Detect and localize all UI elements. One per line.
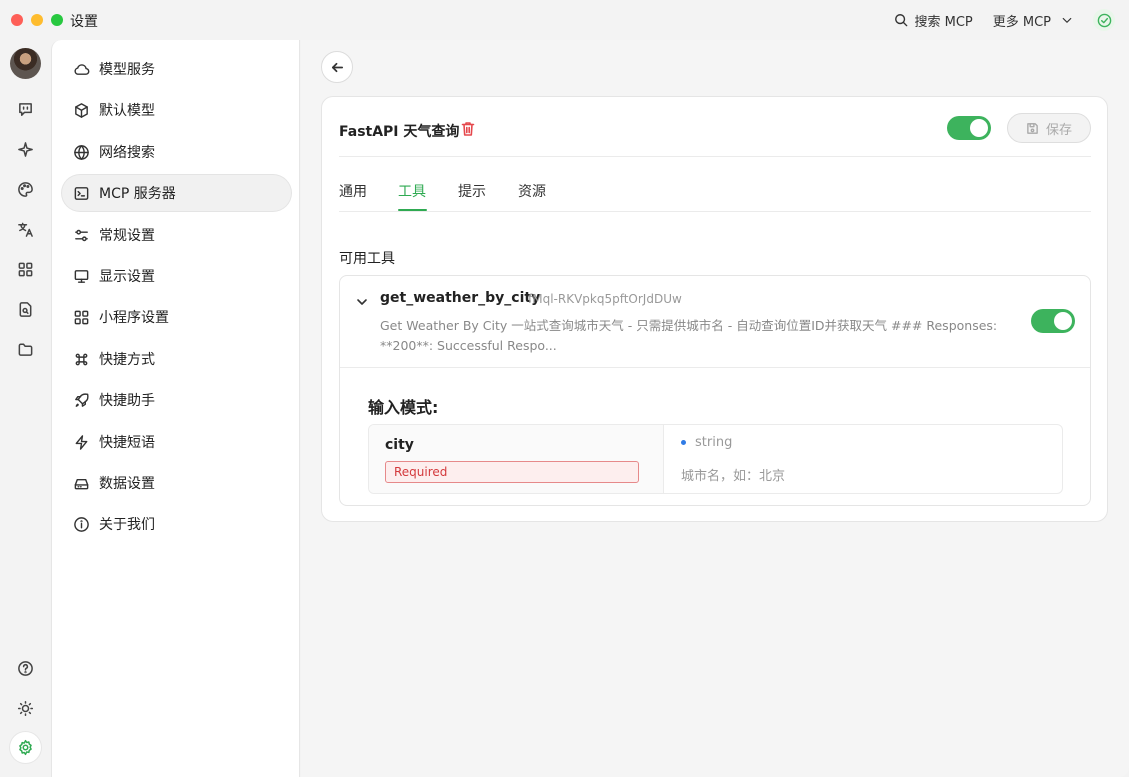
sidebar-item-label: 小程序设置 (99, 310, 169, 326)
document-search-icon[interactable] (14, 298, 36, 320)
cube-icon (75, 102, 88, 118)
window-controls (11, 14, 63, 26)
sparkle-icon[interactable] (14, 138, 36, 160)
tool-enable-toggle[interactable] (1031, 309, 1075, 333)
chevron-down-icon (1062, 17, 1072, 23)
maximize-window-button[interactable] (51, 14, 63, 26)
save-button[interactable]: 保存 (1007, 113, 1091, 143)
sidebar-item-label: 模型服务 (99, 62, 155, 78)
sidebar-item-general-settings[interactable]: 常规设置 (62, 217, 291, 253)
sidebar-item-model-service[interactable]: 模型服务 (62, 51, 291, 87)
param-cell: city Required (369, 425, 664, 493)
theme-icon[interactable] (14, 697, 36, 719)
arrow-left-icon (331, 62, 343, 72)
sidebar-item-label: 数据设置 (99, 476, 155, 492)
monitor-icon (74, 269, 89, 283)
window-title: 设置 (70, 14, 98, 30)
input-schema-title: 输入模式: (368, 398, 439, 417)
required-badge: Required (385, 461, 639, 483)
sidebar-item-label: 关于我们 (99, 517, 155, 533)
back-button[interactable] (321, 51, 353, 83)
mcp-status-indicator[interactable] (1093, 9, 1115, 31)
sidebar-item-label: 常规设置 (99, 228, 155, 244)
sidebar-item-shortcuts[interactable]: 快捷方式 (62, 341, 291, 377)
save-button-label: 保存 (1045, 122, 1072, 138)
sidebar-item-web-search[interactable]: 网络搜索 (62, 134, 291, 170)
search-mcp-label: 搜索 MCP (914, 14, 973, 30)
palette-icon[interactable] (14, 178, 36, 200)
input-schema-table: city Required string 城市名，如：北京 (368, 424, 1063, 494)
sidebar-item-label: MCP 服务器 (99, 186, 176, 202)
server-name: FastAPI 天气查询 (339, 124, 460, 140)
sidebar-item-about-us[interactable]: 关于我们 (62, 506, 291, 542)
sidebar-item-label: 快捷方式 (99, 352, 155, 368)
rocket-icon (75, 392, 89, 407)
command-icon (75, 353, 88, 365)
tab-resources[interactable]: 资源 (518, 181, 546, 201)
server-header: FastAPI 天气查询 保存 (339, 113, 1091, 157)
chevron-down-icon[interactable] (356, 293, 368, 305)
title-bar-actions: 搜索 MCP 更多 MCP (894, 8, 1115, 32)
avatar[interactable] (10, 48, 41, 79)
terminal-icon (74, 186, 89, 200)
sidebar-item-quick-assistant[interactable]: 快捷助手 (62, 382, 291, 418)
sidebar-item-mcp-servers[interactable]: MCP 服务器 (62, 175, 291, 211)
title-bar: 设置 搜索 MCP 更多 MCP (0, 0, 1129, 40)
chat-icon[interactable] (14, 98, 36, 120)
icon-rail (0, 40, 51, 777)
info-icon (74, 516, 89, 532)
search-icon (895, 14, 908, 27)
param-type: string (695, 435, 733, 450)
tool-item-header[interactable]: get_weather_by_city fMql-RKVpkq5pftOrJdD… (340, 276, 1090, 368)
sidebar-item-label: 快捷助手 (99, 393, 155, 409)
server-tabs: 通用 工具 提示 资源 (339, 167, 1091, 212)
type-dot-icon (681, 440, 686, 445)
settings-icon[interactable] (10, 732, 41, 763)
sidebar-item-label: 快捷短语 (99, 435, 155, 451)
more-mcp-dropdown[interactable]: 更多 MCP (993, 8, 1073, 32)
tool-item: get_weather_by_city fMql-RKVpkq5pftOrJdD… (339, 275, 1091, 506)
mcp-server-card: FastAPI 天气查询 保存 通用 工具 提示 资源 可用工具 get_wea… (321, 96, 1108, 522)
globe-icon (74, 144, 89, 160)
settings-window: 设置 搜索 MCP 更多 MCP 模型服务 默认模型 网络搜索 MCP 服务器 … (0, 0, 1129, 777)
tool-name: get_weather_by_city (380, 290, 541, 306)
tab-tools[interactable]: 工具 (398, 181, 426, 201)
tab-prompts[interactable]: 提示 (458, 181, 486, 201)
trash-icon[interactable] (461, 121, 475, 137)
sidebar-item-miniapp-settings[interactable]: 小程序设置 (62, 299, 291, 335)
available-tools-label: 可用工具 (339, 251, 395, 267)
zap-icon (75, 434, 88, 450)
sidebar-item-data-settings[interactable]: 数据设置 (62, 465, 291, 501)
active-tab-indicator (398, 209, 427, 211)
main-content: FastAPI 天气查询 保存 通用 工具 提示 资源 可用工具 get_wea… (301, 40, 1129, 777)
save-icon (1027, 122, 1038, 134)
help-icon[interactable] (14, 657, 36, 679)
tool-description: Get Weather By City 一站式查询城市天气 - 只需提供城市名 … (380, 318, 998, 353)
param-description: 城市名，如：北京 (681, 469, 786, 484)
grid-icon (74, 310, 89, 324)
folder-icon[interactable] (14, 338, 36, 360)
sidebar-item-quick-phrases[interactable]: 快捷短语 (62, 424, 291, 460)
sidebar-item-label: 默认模型 (99, 103, 155, 119)
more-mcp-label: 更多 MCP (992, 14, 1051, 30)
search-mcp-button[interactable]: 搜索 MCP (894, 8, 973, 32)
check-circle-icon (1097, 13, 1111, 27)
apps-icon[interactable] (14, 258, 36, 280)
tool-id: fMql-RKVpkq5pftOrJdDUw (528, 292, 682, 306)
drive-icon (74, 478, 89, 489)
tab-general[interactable]: 通用 (339, 181, 367, 201)
server-enable-toggle[interactable] (947, 116, 991, 140)
translate-icon[interactable] (14, 218, 36, 240)
settings-sidebar: 模型服务 默认模型 网络搜索 MCP 服务器 常规设置 显示设置 小程序设置 快… (51, 40, 300, 777)
minimize-window-button[interactable] (31, 14, 43, 26)
sidebar-item-default-model[interactable]: 默认模型 (62, 92, 291, 128)
sidebar-item-label: 显示设置 (99, 269, 155, 285)
sidebar-item-display-settings[interactable]: 显示设置 (62, 258, 291, 294)
param-type-row: string (681, 435, 732, 450)
sidebar-item-label: 网络搜索 (99, 145, 155, 161)
sliders-icon (75, 229, 88, 241)
close-window-button[interactable] (11, 14, 23, 26)
cloud-icon (74, 63, 90, 75)
param-name: city (385, 437, 414, 453)
